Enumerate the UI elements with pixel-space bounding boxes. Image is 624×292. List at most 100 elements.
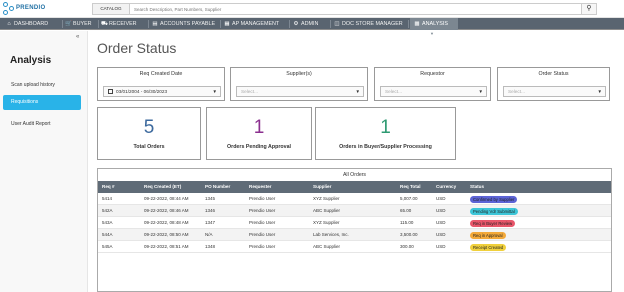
bar-chart-icon: ▩ (414, 21, 420, 27)
truck-icon: ⛟ (101, 21, 108, 27)
table-row[interactable]: 543A 09-22-2022, 08:48 AM 1347 Prendio User… (98, 217, 611, 229)
status-badge: Pending Vdr Submittal (470, 207, 518, 215)
cell-created: 09-22-2022, 08:51 AM (144, 244, 189, 249)
sidebar-title: Analysis (10, 55, 52, 66)
nav-ap-management[interactable]: ▦ AP MANAGEMENT (224, 18, 279, 30)
search-input[interactable] (134, 4, 574, 14)
table-row[interactable]: 5414 09-22-2022, 08:44 AM 1345 Prendio User… (98, 193, 611, 205)
cell-requester: Prendio User (249, 232, 276, 237)
nav-buyer[interactable]: 🛒BUYER (65, 18, 92, 30)
card-orders-pending-approval[interactable]: 1 Orders Pending Approval (206, 107, 312, 160)
column-header[interactable]: Requester (249, 181, 271, 193)
filter-label: Supplier(s) (286, 71, 312, 77)
catalog-dropdown[interactable]: CATALOG (93, 4, 130, 14)
cell-po: 1345 (205, 196, 216, 201)
search-bar: CATALOG ⚲ (92, 3, 597, 15)
folder-icon: ◫ (334, 21, 340, 27)
requestor-select[interactable]: Select... ▼ (380, 86, 487, 97)
search-button[interactable]: ⚲ (581, 4, 596, 14)
search-icon: ⚲ (586, 5, 592, 12)
cell-created: 09-22-2022, 08:48 AM (144, 220, 189, 225)
status-badge: Req in Approval (470, 231, 506, 239)
cell-requester: Prendio User (249, 244, 276, 249)
cell-created: 09-22-2022, 08:46 AM (144, 208, 189, 213)
card-orders-in-buyer-supplier-processing[interactable]: 1 Orders in Buyer/Supplier Processing (315, 107, 456, 160)
column-header[interactable]: Req # (102, 181, 115, 193)
chevron-down-icon: ▼ (597, 89, 602, 94)
orders-table: All Orders Req # Req Created (ET) PO Num… (97, 168, 612, 292)
cell-currency: USD (436, 220, 446, 225)
status-badge: Confirmed by Supplier (470, 195, 518, 203)
cell-supplier: XYZ Supplier (313, 220, 340, 225)
cell-created: 09-22-2022, 08:44 AM (144, 196, 189, 201)
suppliers-select[interactable]: Select... ▼ (236, 86, 364, 97)
cell-po: N/A (205, 232, 213, 237)
top-bar: PRENDIO CATALOG ⚲ (0, 0, 624, 18)
nav-accounts-payable[interactable]: ▤ ACCOUNTS PAYABLE (152, 18, 215, 30)
collapse-sidebar-icon[interactable]: « (76, 34, 79, 40)
filter-label: Requestor (420, 71, 445, 77)
filter-requestor: Requestor Select... ▼ (374, 67, 491, 101)
sidebar-item-requisitions[interactable]: Requisitions (3, 95, 81, 110)
main-nav: ⌂ DASHBOARD 🛒BUYER ⛟RECEIVER ▤ ACCOUNTS PA… (0, 18, 624, 30)
cell-requester: Prendio User (249, 208, 276, 213)
column-header[interactable]: Status (470, 181, 484, 193)
column-header[interactable]: Supplier (313, 181, 331, 193)
nav-analysis[interactable]: ▩ ANALYSIS (410, 18, 458, 30)
cell-req: 543A (102, 220, 113, 225)
nav-admin[interactable]: ⚙ ADMIN (293, 18, 319, 30)
table-row[interactable]: 544A 09-22-2022, 08:50 AM N/A Prendio User L… (98, 229, 611, 241)
card-value: 1 (253, 117, 265, 138)
home-icon: ⌂ (7, 21, 11, 27)
sidebar-item-scan-upload-history[interactable]: Scan upload history (3, 78, 81, 93)
cell-po: 1346 (205, 208, 216, 213)
invoice-icon: ▤ (152, 21, 158, 27)
date-range-picker[interactable]: 03/01/2004 - 06/30/2023 ▼ (103, 86, 221, 97)
column-header[interactable]: Req Total (400, 181, 421, 193)
cell-currency: USD (436, 232, 446, 237)
page-title: Order Status (97, 40, 177, 56)
nav-divider (220, 20, 221, 28)
cell-po: 1348 (205, 244, 216, 249)
filter-order-status: Order Status Select... ▼ (497, 67, 610, 101)
cell-req: 545A (102, 244, 113, 249)
cell-total: 300.00 (400, 244, 414, 249)
card-value: 1 (380, 117, 391, 138)
cell-total: 65.00 (400, 208, 412, 213)
filter-label: Req Created Date (139, 71, 183, 77)
nav-divider (289, 20, 290, 28)
nav-receiver[interactable]: ⛟RECEIVER (101, 18, 137, 30)
chevron-down-icon: ▼ (478, 89, 483, 94)
brand-name: PRENDIO (16, 5, 46, 11)
table-row[interactable]: 545A 09-22-2022, 08:51 AM 1348 Prendio User… (98, 241, 611, 253)
status-badge: Req in Buyer Review (470, 219, 516, 227)
cell-requester: Prendio User (249, 220, 276, 225)
cell-total: 5,007.00 (400, 196, 418, 201)
column-header[interactable]: Req Created (ET) (144, 181, 181, 193)
column-header[interactable]: PO Number (205, 181, 230, 193)
sidebar-item-user-audit-report[interactable]: User Audit Report (3, 117, 81, 132)
cell-req: 544A (102, 232, 113, 237)
card-total-orders[interactable]: 5 Total Orders (97, 107, 201, 160)
cell-supplier: ABC Supplier (313, 208, 341, 213)
table-row[interactable]: 542A 09-22-2022, 08:46 AM 1346 Prendio User… (98, 205, 611, 217)
gear-icon: ⚙ (293, 21, 299, 27)
card-label: Orders in Buyer/Supplier Processing (339, 144, 432, 150)
column-header[interactable]: Currency (436, 181, 456, 193)
order-status-select[interactable]: Select... ▼ (503, 86, 606, 97)
brand-logo[interactable]: PRENDIO (3, 2, 46, 16)
filter-label: Order Status (538, 71, 569, 77)
cell-requester: Prendio User (249, 196, 276, 201)
table-header: Req # Req Created (ET) PO Number Request… (98, 181, 611, 193)
nav-dashboard[interactable]: ⌂ DASHBOARD (6, 18, 48, 30)
nav-divider (408, 20, 409, 28)
table-caption: All Orders (98, 169, 611, 181)
cell-currency: USD (436, 196, 446, 201)
nav-doc-store-manager[interactable]: ◫ DOC STORE MANAGER (334, 18, 402, 30)
filter-req-created-date: Req Created Date 03/01/2004 - 06/30/2023… (97, 67, 225, 101)
filter-suppliers: Supplier(s) Select... ▼ (230, 67, 368, 101)
cell-po: 1347 (205, 220, 216, 225)
cell-req: 542A (102, 208, 113, 213)
cell-req: 5414 (102, 196, 113, 201)
cart-icon: 🛒 (65, 21, 72, 27)
